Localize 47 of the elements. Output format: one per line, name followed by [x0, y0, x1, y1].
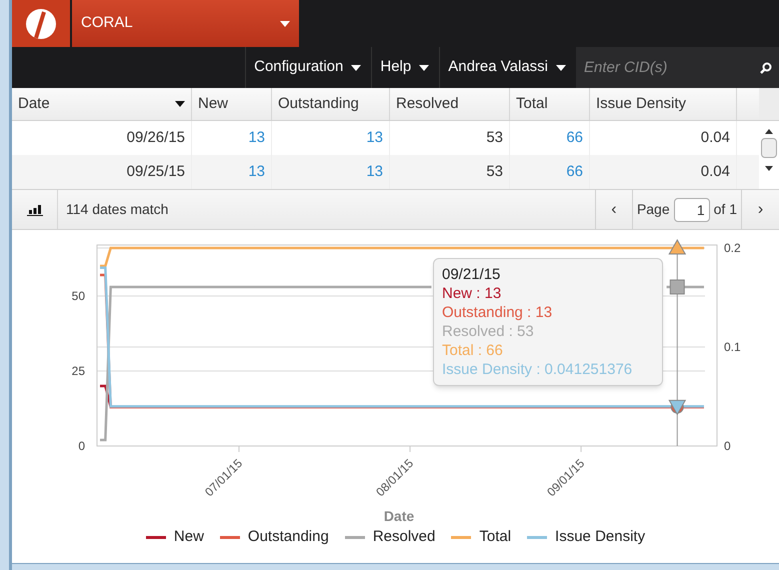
match-count: 114 dates match: [66, 200, 170, 219]
marker-icon: [670, 280, 685, 294]
search-button[interactable]: [753, 47, 779, 88]
column-header[interactable]: Resolved: [390, 88, 510, 120]
axis-tick-label: 25: [72, 364, 85, 378]
caret-icon: [280, 20, 290, 26]
page-field[interactable]: 1: [674, 198, 710, 222]
logo[interactable]: [12, 0, 70, 47]
logo-icon: [25, 8, 57, 40]
caret-icon: [351, 64, 362, 70]
axis-tick-label: 0: [78, 439, 85, 453]
tooltip-line: New : 13: [442, 284, 502, 303]
scroll-up-icon[interactable]: [765, 129, 773, 134]
caret-icon: [419, 64, 430, 70]
page-label: Page: [636, 200, 670, 219]
caret-icon: [556, 64, 566, 70]
axis-tick-label: 0.1: [724, 340, 741, 354]
column-header[interactable]: Outstanding: [272, 88, 390, 120]
axis-tick-label: 50: [72, 289, 85, 303]
column-header[interactable]: Date: [12, 88, 192, 120]
legend-label: Issue Density: [555, 527, 646, 547]
legend-label: New: [174, 527, 204, 547]
tooltip-line: Resolved : 53: [442, 322, 535, 341]
search-icon: [760, 62, 772, 74]
caret-icon: [175, 101, 185, 107]
column-header[interactable]: New: [192, 88, 272, 120]
previous-page-button[interactable]: ‹: [594, 190, 633, 229]
scroll-down-icon[interactable]: [765, 166, 773, 171]
bar-chart-icon: [26, 204, 42, 216]
tooltip-line: Total : 66: [442, 341, 504, 360]
tooltip-line: Outstanding : 13: [442, 303, 554, 322]
page-total: of 1: [714, 200, 737, 219]
next-page-button[interactable]: ›: [741, 190, 779, 229]
axis-title: Date: [384, 508, 414, 524]
axis-tick-label: 0: [724, 439, 731, 453]
legend-label: Resolved: [372, 527, 436, 547]
legend-label: Total: [479, 527, 512, 547]
marker-icon: [668, 239, 686, 254]
scrollbar-thumb[interactable]: [761, 138, 777, 158]
project-dropdown[interactable]: CORAL: [72, 0, 299, 47]
column-header[interactable]: Total: [510, 88, 590, 120]
tooltip-title: 09/21/15: [442, 265, 502, 284]
column-header[interactable]: Issue Density: [590, 88, 737, 120]
search-field[interactable]: Enter CID(s): [576, 47, 753, 88]
axis-tick-label: 0.2: [724, 240, 741, 255]
legend-label: Outstanding: [248, 527, 329, 547]
tooltip-line: Issue Density : 0.041251376: [442, 360, 634, 379]
